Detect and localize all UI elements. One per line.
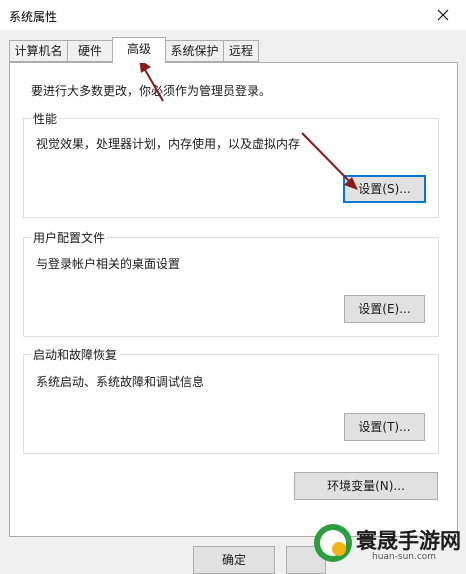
- watermark-url: huan-sun.com: [372, 552, 437, 562]
- admin-notice: 要进行大多数更改，你必须作为管理员登录。: [31, 84, 272, 98]
- performance-description: 视觉效果，处理器计划，内存使用，以及虚拟内存: [36, 137, 301, 151]
- close-button[interactable]: [420, 0, 466, 30]
- startup-recovery-group-title: 启动和故障恢复: [31, 346, 120, 363]
- tab-system-protection[interactable]: 系统保护: [165, 40, 224, 62]
- watermark: 寰晟手游网 huan-sun.com: [314, 520, 464, 563]
- tab-hardware[interactable]: 硬件: [67, 40, 113, 62]
- window-title: 系统属性: [9, 10, 58, 24]
- user-profile-settings-button[interactable]: 设置(E)...: [344, 295, 425, 323]
- performance-group: 性能 视觉效果，处理器计划，内存使用，以及虚拟内存: [23, 110, 439, 218]
- environment-variables-button[interactable]: 环境变量(N)...: [294, 472, 438, 500]
- tab-computer-name[interactable]: 计算机名: [9, 40, 68, 62]
- performance-group-title: 性能: [31, 110, 60, 127]
- user-profile-description: 与登录帐户相关的桌面设置: [36, 257, 181, 271]
- startup-recovery-description: 系统启动、系统故障和调试信息: [36, 375, 205, 389]
- title-bar: 系统属性: [0, 0, 466, 30]
- watermark-brand: 寰晟手游网: [356, 528, 461, 553]
- tab-advanced[interactable]: 高级: [112, 37, 166, 63]
- watermark-logo-icon: [314, 524, 352, 562]
- startup-recovery-settings-button[interactable]: 设置(T)...: [344, 413, 425, 441]
- performance-settings-button[interactable]: 设置(S)...: [343, 175, 426, 203]
- user-profile-group-title: 用户配置文件: [31, 229, 108, 246]
- ok-button[interactable]: 确定: [193, 546, 275, 574]
- close-icon: [437, 9, 449, 21]
- tab-remote[interactable]: 远程: [223, 40, 259, 62]
